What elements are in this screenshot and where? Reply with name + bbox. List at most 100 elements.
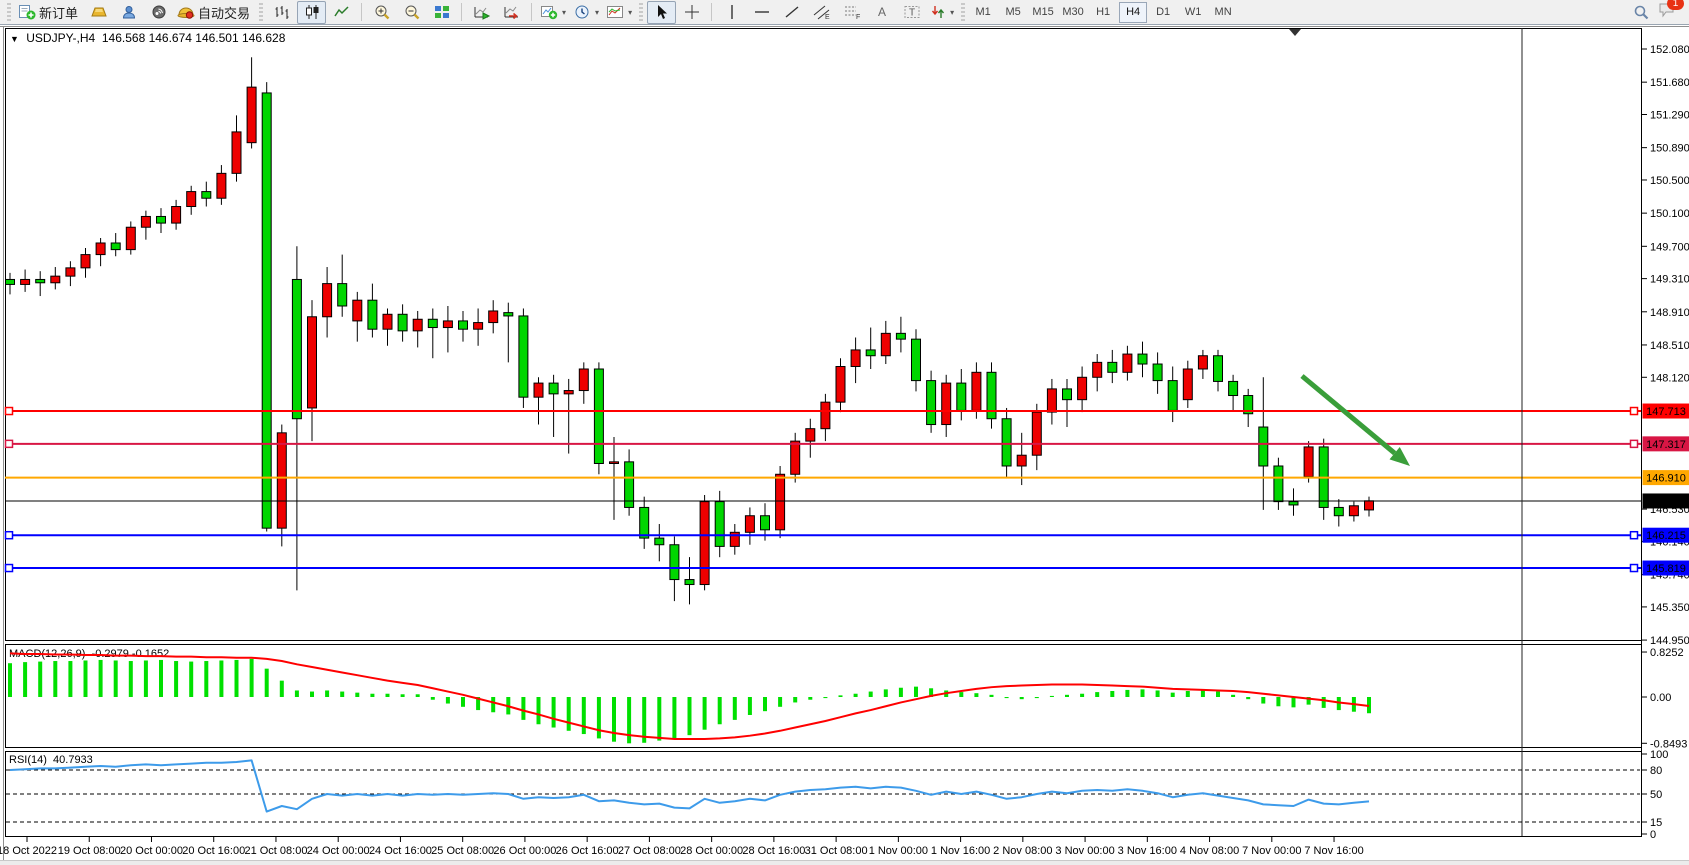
channel-tool[interactable]: E xyxy=(807,1,836,24)
community-button[interactable] xyxy=(114,1,143,24)
toolbar-separator xyxy=(711,3,712,21)
candlestick-chart-button[interactable] xyxy=(297,1,326,24)
tile-windows-button[interactable] xyxy=(427,1,456,24)
main-chart-panel[interactable] xyxy=(5,28,1642,641)
rsi-panel[interactable] xyxy=(5,751,1642,837)
timeframe-W1[interactable]: W1 xyxy=(1179,2,1207,23)
price-badge xyxy=(1643,436,1689,451)
auto-scroll-button[interactable] xyxy=(467,1,496,24)
price-badge-label: 146.215 xyxy=(1646,530,1686,542)
crosshair-button[interactable] xyxy=(677,1,706,24)
toolbar: 新订单 xyxy=(0,0,1689,25)
auto-trading-button[interactable]: 自动交易 xyxy=(174,1,255,24)
macd-values: -0.2979 -0.1652 xyxy=(92,648,170,660)
time-axis-label: 3 Nov 16:00 xyxy=(1118,845,1177,857)
price-badge xyxy=(1643,404,1689,419)
crosshair-icon xyxy=(684,4,700,20)
time-axis-label: 1 Nov 16:00 xyxy=(931,845,990,857)
rsi-indicator-label: RSI(14) 40.7933 xyxy=(9,754,93,766)
time-axis-label: 7 Nov 16:00 xyxy=(1304,845,1363,857)
price-badge-label: 145.819 xyxy=(1646,563,1686,575)
price-tick-label: 144.950 xyxy=(1650,635,1689,647)
bar-chart-button[interactable] xyxy=(267,1,296,24)
timeframe-H1[interactable]: H1 xyxy=(1089,2,1117,23)
metatrader-window: 新订单 xyxy=(0,0,1689,865)
zoom-out-button[interactable] xyxy=(397,1,426,24)
tile-windows-icon xyxy=(433,4,451,20)
line-chart-button[interactable] xyxy=(327,1,356,24)
rsi-tick-label: 15 xyxy=(1650,817,1662,829)
toolbar-separator xyxy=(361,3,362,21)
time-axis-label: 7 Nov 00:00 xyxy=(1242,845,1301,857)
notifications-button[interactable]: 1 xyxy=(1658,1,1677,23)
rsi-tick-label: 50 xyxy=(1650,789,1662,801)
text-tool[interactable]: A xyxy=(867,1,896,24)
timeframe-D1[interactable]: D1 xyxy=(1149,2,1177,23)
macd-panel[interactable] xyxy=(5,644,1642,748)
vertical-line-icon xyxy=(725,4,739,20)
time-axis-label: 1 Nov 00:00 xyxy=(869,845,928,857)
price-tick-label: 148.910 xyxy=(1650,307,1689,319)
auto-scroll-icon xyxy=(473,4,491,20)
price-badge-label: 146.628 xyxy=(1646,496,1686,508)
templates-button[interactable]: ▾ xyxy=(603,1,635,24)
zoom-in-button[interactable] xyxy=(367,1,396,24)
bar-chart-icon xyxy=(273,4,291,20)
price-badge xyxy=(1643,493,1689,508)
cursor-arrow-icon xyxy=(654,4,670,20)
trendline-tool[interactable] xyxy=(777,1,806,24)
gold-ingot-icon xyxy=(90,4,108,20)
gold-button[interactable] xyxy=(84,1,113,24)
rsi-name: RSI(14) xyxy=(9,754,47,766)
search-icon[interactable] xyxy=(1632,4,1650,21)
price-tick-label: 150.100 xyxy=(1650,208,1689,220)
time-axis-label: 21 Oct 08:00 xyxy=(244,845,307,857)
rsi-tick-label: 80 xyxy=(1650,765,1662,777)
price-tick-label: 145.350 xyxy=(1650,602,1689,614)
horizontal-line-tool[interactable] xyxy=(747,1,776,24)
dropdown-caret: ▾ xyxy=(595,8,599,17)
arrows-tool[interactable]: ▾ xyxy=(927,1,957,24)
timeframe-M5[interactable]: M5 xyxy=(999,2,1027,23)
timeframe-M1[interactable]: M1 xyxy=(969,2,997,23)
new-order-button[interactable]: 新订单 xyxy=(15,1,83,24)
timeframe-M15[interactable]: M15 xyxy=(1029,2,1057,23)
collapse-triangle-icon[interactable]: ▼ xyxy=(10,34,19,44)
svg-text:F: F xyxy=(856,14,860,20)
time-axis-label: 2 Nov 08:00 xyxy=(993,845,1052,857)
price-tick-label: 151.290 xyxy=(1650,109,1689,121)
notification-badge: 1 xyxy=(1667,0,1684,10)
chart-title: ▼ USDJPY-,H4 146.568 146.674 146.501 146… xyxy=(10,31,285,45)
fibonacci-tool[interactable]: F xyxy=(837,1,866,24)
dropdown-caret: ▾ xyxy=(562,8,566,17)
time-axis-label: 3 Nov 00:00 xyxy=(1055,845,1114,857)
periods-button[interactable]: ▾ xyxy=(570,1,602,24)
price-tick-label: 150.890 xyxy=(1650,143,1689,155)
candlestick-icon xyxy=(303,4,321,20)
vertical-line-tool[interactable] xyxy=(717,1,746,24)
signal-button[interactable] xyxy=(144,1,173,24)
auto-trading-icon xyxy=(177,4,195,20)
price-badge-label: 147.317 xyxy=(1646,439,1686,451)
label-tool[interactable]: T xyxy=(897,1,926,24)
rsi-tick-label: 0 xyxy=(1650,829,1656,841)
time-axis-label: 19 Oct 08:00 xyxy=(58,845,121,857)
macd-tick-label: 0.8252 xyxy=(1650,647,1684,659)
time-axis-label: 27 Oct 08:00 xyxy=(618,845,681,857)
timeframe-H4[interactable]: H4 xyxy=(1119,2,1147,23)
text-label-icon: T xyxy=(903,4,921,20)
price-badge xyxy=(1643,528,1689,543)
chart-shift-button[interactable] xyxy=(497,1,526,24)
macd-tick-label: -0.8493 xyxy=(1650,738,1687,750)
indicators-button[interactable]: ▾ xyxy=(537,1,569,24)
toolbar-separator xyxy=(461,3,462,21)
timeframe-M30[interactable]: M30 xyxy=(1059,2,1087,23)
timeframe-MN[interactable]: MN xyxy=(1209,2,1237,23)
time-axis-label: 28 Oct 00:00 xyxy=(680,845,743,857)
time-axis-label: 20 Oct 16:00 xyxy=(182,845,245,857)
text-icon: A xyxy=(875,4,889,20)
line-chart-icon xyxy=(333,4,351,20)
cursor-button[interactable] xyxy=(647,1,676,24)
macd-name: MACD(12,26,9) xyxy=(9,648,85,660)
toolbar-grip xyxy=(259,3,263,21)
